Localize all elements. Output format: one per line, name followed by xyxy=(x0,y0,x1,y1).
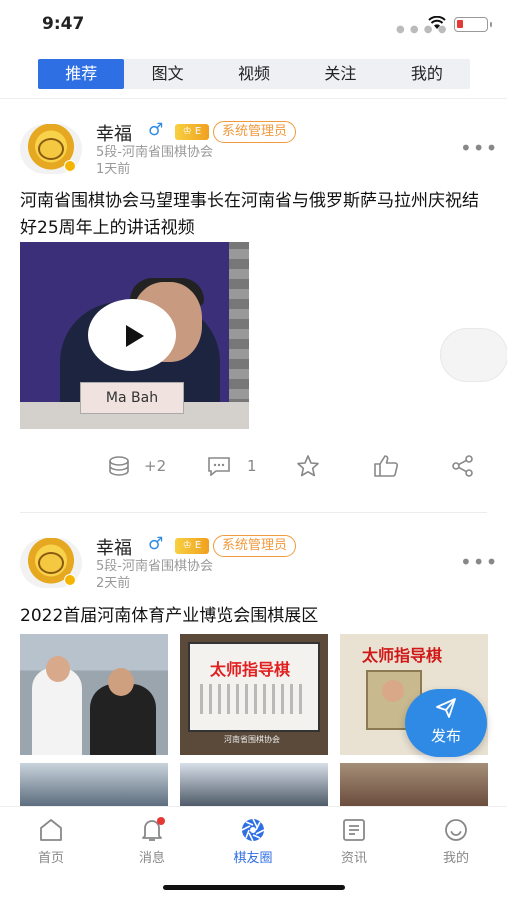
nav-label: 资讯 xyxy=(340,851,367,866)
nav-label: 首页 xyxy=(37,851,64,866)
publish-label: 发布 xyxy=(430,727,461,745)
nav-profile[interactable]: 我的 xyxy=(416,817,496,866)
image-banner-text: 太师指导棋 xyxy=(210,660,291,679)
nav-label: 我的 xyxy=(442,851,469,866)
booth-sign-text: 河南省围棋协会 xyxy=(224,735,280,744)
nav-label: 消息 xyxy=(138,851,165,866)
bell-icon xyxy=(142,817,165,841)
nav-messages[interactable]: 消息 xyxy=(112,817,192,866)
avatar[interactable] xyxy=(20,538,82,588)
home-indicator xyxy=(163,885,345,890)
male-icon: ♂ xyxy=(148,534,164,554)
image-banner-text: 太师指导棋 xyxy=(362,646,443,665)
post-image[interactable] xyxy=(180,763,328,807)
verified-icon xyxy=(64,574,76,586)
send-icon xyxy=(436,698,456,718)
post-time: 2天前 xyxy=(96,576,131,591)
user-meta: 5段-河南省围棋协会 xyxy=(96,559,213,574)
profile-icon xyxy=(445,819,467,841)
username[interactable]: 幸福 xyxy=(96,534,132,560)
post-image[interactable]: 太师指导棋 河南省围棋协会 xyxy=(180,634,328,755)
post-card: 幸福 ♂ ♔ E 系统管理员 5段-河南省围棋协会 2天前 ••• 2022首届… xyxy=(0,0,507,807)
level-badge: ♔ E xyxy=(175,538,209,554)
nav-label: 棋友圈 xyxy=(233,851,273,866)
nav-home[interactable]: 首页 xyxy=(11,817,91,866)
nav-news[interactable]: 资讯 xyxy=(314,817,394,866)
post-image[interactable] xyxy=(340,763,488,807)
news-icon xyxy=(343,819,365,841)
post-image[interactable] xyxy=(20,763,168,807)
post-image[interactable] xyxy=(20,634,168,755)
publish-button[interactable]: 发布 xyxy=(405,689,487,757)
nav-chess-friends[interactable]: 棋友圈 xyxy=(213,817,293,866)
aperture-icon xyxy=(241,818,265,842)
more-options-icon[interactable]: ••• xyxy=(460,550,498,574)
post-title[interactable]: 2022首届河南体育产业博览会围棋展区 xyxy=(20,603,490,630)
home-icon xyxy=(40,819,62,841)
role-badge: 系统管理员 xyxy=(213,535,297,557)
